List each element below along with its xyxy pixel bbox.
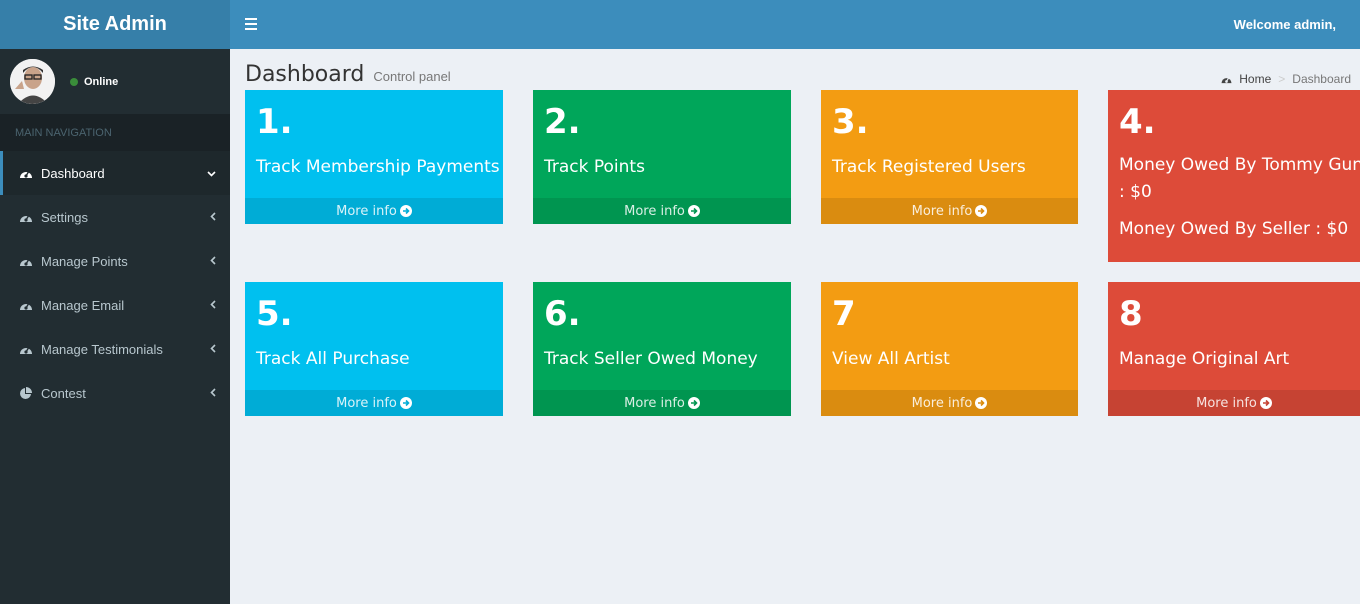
box-label: Track Registered Users	[832, 157, 1026, 177]
money-owed-tommy-gun: Money Owed By Tommy Gun : $0	[1119, 155, 1360, 202]
sidebar-item-label: Manage Testimonials	[41, 341, 163, 357]
more-info-link[interactable]: More info	[821, 390, 1078, 416]
small-box-original-art: 8 Manage Original Art More info	[1108, 282, 1360, 416]
box-number: 2.	[544, 102, 581, 142]
arrow-circle-right-icon	[399, 397, 412, 409]
more-info-label: More info	[911, 395, 973, 411]
box-number: 5.	[256, 294, 293, 334]
sidebar-item-label: Contest	[41, 385, 86, 401]
more-info-label: More info	[1196, 395, 1257, 411]
user-panel: Online	[0, 49, 230, 114]
dashboard-icon	[18, 342, 33, 356]
welcome-user[interactable]: Welcome admin,	[1234, 0, 1336, 49]
box-label: Track All Purchase	[256, 349, 410, 369]
box-label: Track Membership Payments	[256, 157, 500, 177]
chevron-down-icon	[207, 166, 216, 180]
hamburger-menu-icon[interactable]	[245, 18, 257, 33]
dashboard-icon	[18, 254, 33, 268]
sidebar-item-manage-points[interactable]: Manage Points	[0, 239, 230, 283]
online-dot-icon	[70, 77, 78, 86]
sidebar-item-label: Manage Points	[41, 253, 128, 269]
more-info-link[interactable]: More info	[821, 198, 1078, 224]
sidebar-item-manage-email[interactable]: Manage Email	[0, 283, 230, 327]
nav-header: MAIN NAVIGATION	[0, 114, 230, 151]
chevron-left-icon	[210, 210, 216, 224]
box-number: 4.	[1119, 102, 1156, 142]
breadcrumb-separator: >	[1278, 72, 1286, 86]
small-box-points: 2. Track Points More info	[533, 90, 791, 224]
chevron-left-icon	[210, 298, 216, 312]
chevron-left-icon	[210, 254, 216, 268]
box-number: 1.	[256, 102, 293, 142]
arrow-circle-right-icon	[975, 397, 988, 409]
dashboard-icon	[1221, 77, 1232, 84]
sidebar-item-contest[interactable]: Contest	[0, 371, 230, 415]
pie-chart-icon	[18, 386, 33, 400]
more-info-link[interactable]: More info	[245, 390, 503, 416]
small-box-money-owed: 4. Money Owed By Tommy Gun : $0 Money Ow…	[1108, 90, 1360, 262]
arrow-circle-right-icon	[687, 397, 700, 409]
box-label: Manage Original Art	[1119, 349, 1290, 369]
sidebar-item-settings[interactable]: Settings	[0, 195, 230, 239]
box-number: 3.	[832, 102, 869, 142]
arrow-circle-right-icon	[975, 205, 988, 217]
breadcrumb-home-link[interactable]: Home	[1239, 72, 1271, 86]
small-box-seller-owed-money: 6. Track Seller Owed Money More info	[533, 282, 791, 416]
box-label: Track Points	[544, 157, 645, 177]
sidebar-item-dashboard[interactable]: Dashboard	[0, 151, 230, 195]
box-number: 7	[832, 294, 856, 334]
online-label: Online	[84, 75, 119, 88]
more-info-label: More info	[336, 203, 397, 219]
more-info-link[interactable]: More info	[533, 390, 791, 416]
online-status: Online	[70, 76, 118, 88]
more-info-link[interactable]: More info	[245, 198, 503, 224]
more-info-label: More info	[624, 203, 685, 219]
sidebar-item-label: Settings	[41, 209, 88, 225]
dashboard-icon	[18, 210, 33, 224]
small-box-membership-payments: 1. Track Membership Payments More info	[245, 90, 503, 224]
box-number: 6.	[544, 294, 581, 334]
chevron-left-icon	[210, 342, 216, 356]
money-owed-seller: Money Owed By Seller : $0	[1119, 219, 1349, 239]
box-label: View All Artist	[832, 349, 950, 369]
site-logo[interactable]: Site Admin	[0, 0, 230, 49]
dashboard-icon	[18, 166, 33, 180]
small-box-all-purchase: 5. Track All Purchase More info	[245, 282, 503, 416]
sidebar-item-manage-testimonials[interactable]: Manage Testimonials	[0, 327, 230, 371]
more-info-link[interactable]: More info	[1108, 390, 1360, 416]
box-number: 8	[1119, 294, 1143, 334]
arrow-circle-right-icon	[399, 205, 412, 217]
more-info-label: More info	[624, 395, 685, 411]
sidebar-item-label: Manage Email	[41, 297, 125, 313]
dashboard-icon	[18, 298, 33, 312]
breadcrumb-current: Dashboard	[1292, 72, 1351, 86]
user-avatar	[10, 59, 55, 104]
breadcrumb: Home > Dashboard	[1220, 72, 1351, 86]
chevron-left-icon	[210, 386, 216, 400]
content-header: Dashboard Control panel	[245, 62, 451, 87]
arrow-circle-right-icon	[687, 205, 700, 217]
more-info-label: More info	[336, 395, 397, 411]
box-label: Track Seller Owed Money	[544, 349, 758, 369]
more-info-label: More info	[911, 203, 973, 219]
page-subtitle: Control panel	[373, 69, 451, 84]
sidebar-item-label: Dashboard	[41, 165, 105, 181]
small-box-all-artist: 7 View All Artist More info	[821, 282, 1078, 416]
more-info-link[interactable]: More info	[533, 198, 791, 224]
top-navbar: Welcome admin,	[230, 0, 1360, 49]
small-box-registered-users: 3. Track Registered Users More info	[821, 90, 1078, 224]
arrow-circle-right-icon	[1259, 397, 1272, 409]
page-title: Dashboard	[245, 62, 365, 87]
sidebar: Site Admin Online MAIN NAVIGATION Dashbo…	[0, 0, 230, 604]
